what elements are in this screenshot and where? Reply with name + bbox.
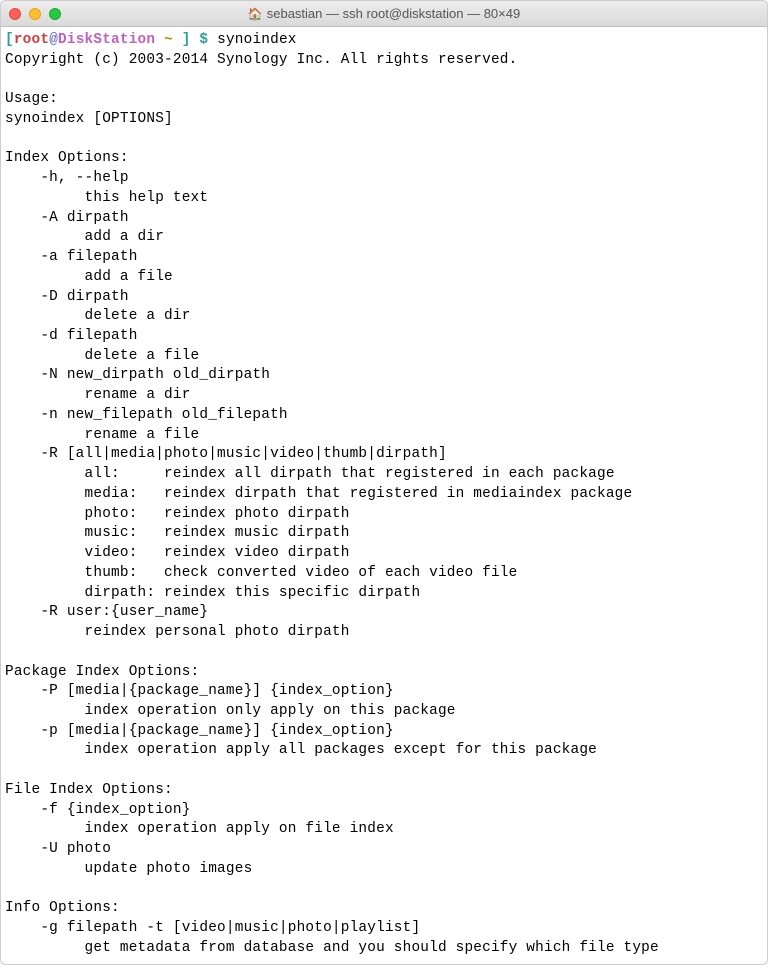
command-text: synoindex	[217, 32, 297, 48]
prompt-bracket-close: ]	[182, 32, 191, 48]
window-title-text: sebastian — ssh root@diskstation — 80×49	[267, 6, 520, 21]
prompt-at: @	[49, 32, 58, 48]
home-icon: 🏠	[248, 7, 263, 21]
maximize-icon[interactable]	[49, 8, 61, 20]
window-title: 🏠 sebastian — ssh root@diskstation — 80×…	[9, 6, 759, 21]
close-icon[interactable]	[9, 8, 21, 20]
prompt-dollar: $	[191, 32, 218, 48]
prompt-path: ~	[155, 32, 182, 48]
titlebar: 🏠 sebastian — ssh root@diskstation — 80×…	[1, 1, 767, 27]
traffic-lights	[9, 8, 61, 20]
minimize-icon[interactable]	[29, 8, 41, 20]
prompt-user: root	[14, 32, 49, 48]
terminal-output-area[interactable]: [root@DiskStation ~ ] $ synoindex Copyri…	[1, 27, 767, 964]
prompt-bracket-open: [	[5, 32, 14, 48]
terminal-window: 🏠 sebastian — ssh root@diskstation — 80×…	[0, 0, 768, 965]
prompt-host: DiskStation	[58, 32, 155, 48]
